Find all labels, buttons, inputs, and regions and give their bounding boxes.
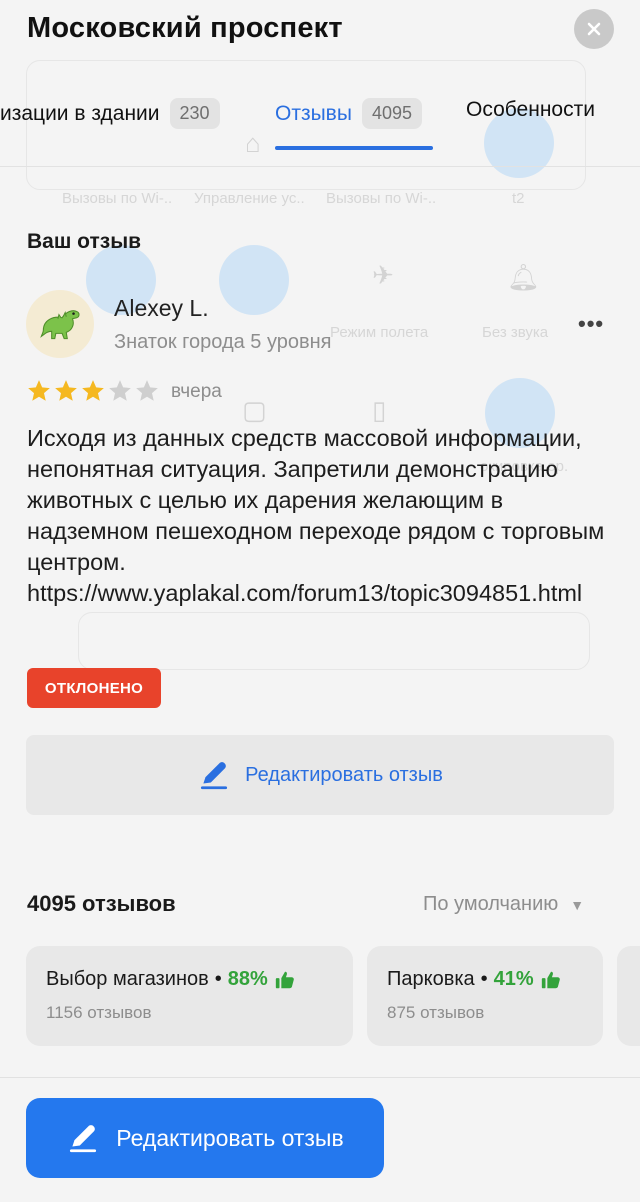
dinosaur-icon [40,310,80,340]
author-level: Знаток города 5 уровня [114,331,332,353]
rating-stars [26,378,160,404]
aspect-percent: 41% [493,968,534,990]
review-date: вчера [171,381,222,402]
own-review-heading: Ваш отзыв [27,230,142,253]
tab-bar: изации в здании 230 Отзывы 4095 Особенно… [0,98,640,142]
tab-count: 230 [169,98,220,129]
more-options-button[interactable]: ••• [578,311,604,337]
pencil-icon [70,1125,97,1153]
separator: • [480,968,488,990]
tab-organizations[interactable]: изации в здании 230 [0,98,220,129]
divider [0,166,640,167]
edit-review-label: Редактировать отзыв [245,763,443,786]
place-card-sheet: ✈ 🔔︎ ⌂ ▯ ▢ Вызовы по Wi-.. Управление ус… [0,0,640,1202]
sort-label: По умолчанию [423,893,559,915]
sort-dropdown[interactable]: По умолчанию ▼ [423,893,584,916]
review-author[interactable]: Alexey L. [114,295,209,322]
close-button[interactable] [574,9,614,49]
star-empty-icon [109,380,131,401]
review-text: Исходя из данных средств массовой информ… [27,425,605,606]
aspect-percent: 88% [227,968,268,990]
aspect-reviews-count: 1156 отзывов [46,1003,152,1022]
star-icon [28,380,50,401]
tab-features[interactable]: Особенности [466,98,595,122]
tab-reviews[interactable]: Отзывы 4095 [275,98,422,129]
place-title: Московский проспект [27,12,343,44]
divider [0,1077,640,1078]
thumbs-up-icon [541,971,560,988]
tab-count: 4095 [361,98,422,129]
tab-label: Отзывы [275,101,352,125]
edit-review-button[interactable]: Редактировать отзыв [26,735,614,815]
tab-label: изации в здании [0,101,160,125]
star-empty-icon [136,380,158,401]
star-icon [82,380,104,401]
close-icon [587,22,601,36]
star-icon [55,380,77,401]
aspect-card[interactable]: Выбор магазинов • 88% 1156 отзывов [26,946,353,1046]
pencil-icon [201,762,228,790]
status-badge: ОТКЛОНЕНО [27,668,161,708]
aspect-card[interactable]: Парковка • 41% 875 отзывов [367,946,603,1046]
aspect-name: Парковка [387,968,475,990]
active-tab-indicator [275,146,433,150]
separator: • [214,968,222,990]
aspect-reviews-count: 875 отзывов [387,1003,485,1022]
aspect-card-partial[interactable] [617,946,640,1046]
avatar[interactable] [26,290,94,358]
thumbs-up-icon [275,971,294,988]
reviews-count: 4095 отзывов [27,891,176,916]
chevron-down-icon: ▼ [570,896,585,913]
aspect-name: Выбор магазинов [46,968,209,990]
write-review-label: Редактировать отзыв [116,1124,344,1151]
tab-label: Особенности [466,98,595,121]
write-review-button[interactable]: Редактировать отзыв [26,1098,384,1178]
